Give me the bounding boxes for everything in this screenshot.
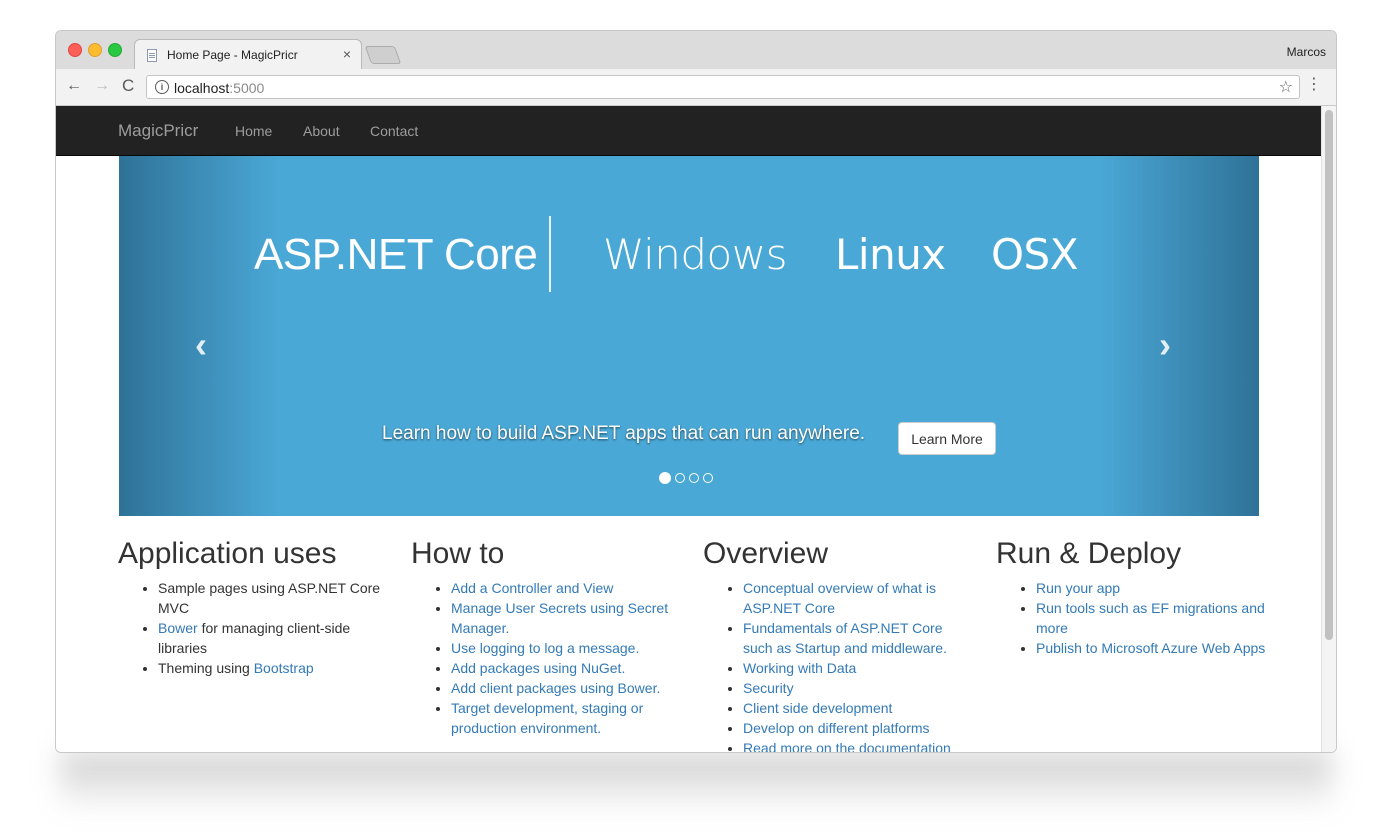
bootstrap-link[interactable]: Bootstrap <box>254 660 314 676</box>
carousel-indicators <box>659 469 717 484</box>
hero-divider <box>549 216 551 292</box>
list-link[interactable]: Security <box>743 680 794 696</box>
list-link[interactable]: Client side development <box>743 700 892 716</box>
info-circle-icon[interactable]: i <box>155 80 169 94</box>
column-how-to: How to Add a Controller and View Manage … <box>411 536 681 738</box>
list-item: Add client packages using Bower. <box>451 678 681 698</box>
list-link[interactable]: Develop on different platforms <box>743 720 930 736</box>
browser-window: Home Page - MagicPricr × Marcos ← → C i … <box>56 31 1336 752</box>
navbar-brand[interactable]: MagicPricr <box>118 121 198 141</box>
list-link[interactable]: Working with Data <box>743 660 856 676</box>
column-heading: Run & Deploy <box>996 537 1182 570</box>
new-tab-button[interactable] <box>364 46 402 64</box>
hero-text-linux: Linux <box>835 230 946 279</box>
zoom-window-button[interactable] <box>108 43 122 57</box>
list-link[interactable]: Publish to Microsoft Azure Web Apps <box>1036 640 1265 656</box>
list-item: Working with Data <box>743 658 973 678</box>
tab-strip: Home Page - MagicPricr × Marcos <box>56 31 1336 69</box>
list-item: Conceptual overview of what is ASP.NET C… <box>743 578 973 618</box>
browser-toolbar: ← → C i localhost:5000 ☆ ⋮ <box>56 69 1336 106</box>
profile-name[interactable]: Marcos <box>1287 45 1326 59</box>
address-bar[interactable]: i localhost:5000 ☆ <box>146 75 1300 99</box>
window-shadow <box>60 752 1332 812</box>
list-item: Read more on the documentation site <box>743 738 973 752</box>
column-application-uses: Application uses Sample pages using ASP.… <box>118 536 388 678</box>
column-list: Sample pages using ASP.NET Core MVC Bowe… <box>118 578 388 678</box>
forward-arrow-icon[interactable]: → <box>94 77 110 95</box>
scrollbar-thumb[interactable] <box>1325 110 1333 640</box>
list-link[interactable]: Add a Controller and View <box>451 580 613 596</box>
hero-carousel: ASP.NET Core Windows Linux OSX ‹ › Learn… <box>119 156 1259 516</box>
list-item: Bower for managing client-side libraries <box>158 618 388 658</box>
site-navbar: MagicPricr Home About Contact <box>56 106 1321 156</box>
list-link[interactable]: Fundamentals of ASP.NET Core such as Sta… <box>743 620 947 656</box>
column-run-deploy: Run & Deploy Run your app Run tools such… <box>996 536 1266 658</box>
list-link[interactable]: Use logging to log a message. <box>451 640 639 656</box>
browser-tab-active[interactable]: Home Page - MagicPricr × <box>134 39 362 69</box>
list-item: Publish to Microsoft Azure Web Apps <box>1036 638 1266 658</box>
url-host: localhost <box>174 80 230 96</box>
hero-text-aspnet-core: ASP.NET Core <box>254 230 538 279</box>
list-link[interactable]: Manage User Secrets using Secret Manager… <box>451 600 668 636</box>
hero-text-windows: Windows <box>603 230 787 279</box>
nav-link-contact[interactable]: Contact <box>370 123 418 139</box>
page-icon <box>147 49 157 62</box>
carousel-shade-right <box>1099 156 1259 516</box>
list-item: Sample pages using ASP.NET Core MVC <box>158 578 388 618</box>
column-list: Add a Controller and View Manage User Se… <box>411 578 681 738</box>
close-window-button[interactable] <box>68 43 82 57</box>
page-scrollbar[interactable] <box>1321 106 1336 752</box>
column-heading: How to <box>411 537 505 570</box>
url-port: :5000 <box>229 80 265 96</box>
close-icon[interactable]: × <box>343 46 351 62</box>
list-item: Security <box>743 678 973 698</box>
url-text[interactable]: localhost:5000 <box>174 80 264 96</box>
list-item: Add packages using NuGet. <box>451 658 681 678</box>
carousel-caption: Learn how to build ASP.NET apps that can… <box>382 423 866 444</box>
list-item: Run your app <box>1036 578 1266 598</box>
carousel-indicator-3[interactable] <box>689 472 699 483</box>
list-item: Use logging to log a message. <box>451 638 681 658</box>
bower-link[interactable]: Bower <box>158 620 198 636</box>
carousel-indicator-2[interactable] <box>675 472 685 483</box>
list-link[interactable]: Conceptual overview of what is ASP.NET C… <box>743 580 936 616</box>
column-list: Run your app Run tools such as EF migrat… <box>996 578 1266 658</box>
list-item-text: Sample pages using ASP.NET Core MVC <box>158 580 381 616</box>
list-link[interactable]: Target development, staging or productio… <box>451 700 643 736</box>
list-item: Client side development <box>743 698 973 718</box>
list-link[interactable]: Run your app <box>1036 580 1120 596</box>
reload-icon[interactable]: C <box>122 76 134 96</box>
column-heading: Overview <box>703 537 829 570</box>
chevron-left-icon[interactable]: ‹ <box>195 324 207 366</box>
list-item: Theming using Bootstrap <box>158 658 388 678</box>
chevron-right-icon[interactable]: › <box>1159 324 1171 366</box>
list-item: Manage User Secrets using Secret Manager… <box>451 598 681 638</box>
back-arrow-icon[interactable]: ← <box>66 77 82 95</box>
list-item: Run tools such as EF migrations and more <box>1036 598 1266 638</box>
nav-link-about[interactable]: About <box>303 123 340 139</box>
list-item: Target development, staging or productio… <box>451 698 681 738</box>
list-link[interactable]: Run tools such as EF migrations and more <box>1036 600 1265 636</box>
learn-more-button[interactable]: Learn More <box>898 422 996 455</box>
list-item: Fundamentals of ASP.NET Core such as Sta… <box>743 618 973 658</box>
list-link[interactable]: Read more on the documentation site <box>743 740 951 752</box>
hero-text-osx: OSX <box>991 230 1079 279</box>
column-heading: Application uses <box>118 537 337 570</box>
nav-link-home[interactable]: Home <box>235 123 272 139</box>
minimize-window-button[interactable] <box>88 43 102 57</box>
list-link[interactable]: Add client packages using Bower. <box>451 680 660 696</box>
vertical-dots-icon[interactable]: ⋮ <box>1306 77 1322 93</box>
page-viewport: MagicPricr Home About Contact ASP.NET Co… <box>56 106 1336 752</box>
star-icon[interactable]: ☆ <box>1279 77 1293 97</box>
column-list: Conceptual overview of what is ASP.NET C… <box>703 578 973 752</box>
column-overview: Overview Conceptual overview of what is … <box>703 536 973 752</box>
tab-title: Home Page - MagicPricr <box>167 48 298 62</box>
list-item: Develop on different platforms <box>743 718 973 738</box>
list-item-text: Theming using <box>158 660 254 676</box>
carousel-indicator-1[interactable] <box>659 471 671 484</box>
list-item: Add a Controller and View <box>451 578 681 598</box>
carousel-indicator-4[interactable] <box>703 472 713 483</box>
list-link[interactable]: Add packages using NuGet. <box>451 660 625 676</box>
